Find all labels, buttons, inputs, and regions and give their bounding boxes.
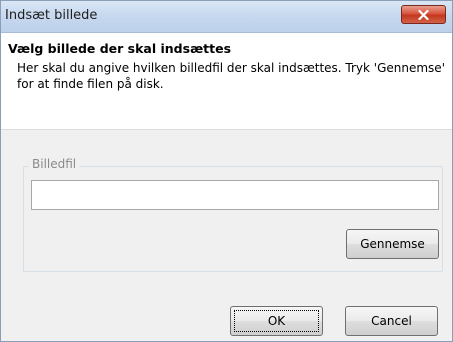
header-description: Her skal du angive hvilken billedfil der…	[17, 61, 445, 91]
title-bar[interactable]: Indsæt billede	[1, 1, 452, 33]
header-panel: Vælg billede der skal indsættes Her skal…	[1, 33, 452, 130]
browse-button[interactable]: Gennemse	[346, 229, 439, 259]
window-title: Indsæt billede	[5, 8, 98, 23]
cancel-button[interactable]: Cancel	[345, 306, 438, 336]
file-group-label: Billedfil	[29, 157, 80, 171]
file-path-input[interactable]	[31, 180, 439, 210]
close-button[interactable]	[401, 5, 446, 24]
focus-ring	[234, 310, 319, 332]
header-title: Vælg billede der skal indsættes	[8, 41, 232, 56]
close-x-icon	[418, 9, 429, 20]
dialog-window: Indsæt billede Vælg billede der skal ind…	[0, 0, 453, 342]
ok-button[interactable]: OK	[230, 306, 323, 336]
cancel-button-label: Cancel	[371, 314, 412, 328]
browse-button-label: Gennemse	[360, 237, 425, 251]
